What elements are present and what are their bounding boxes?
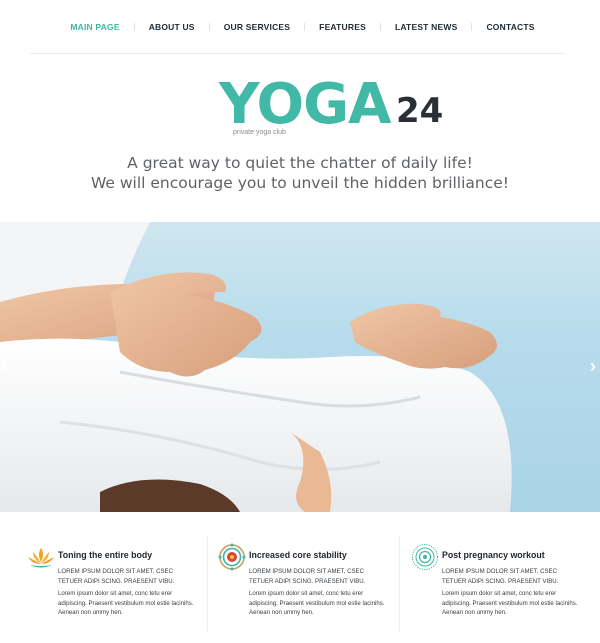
- nav-main-page[interactable]: MAIN PAGE: [70, 22, 119, 32]
- nav-divider: [133, 23, 135, 31]
- nav-contacts[interactable]: CONTACTS: [486, 22, 534, 32]
- logo-word: YOGA: [219, 72, 391, 137]
- feature-title: Toning the entire body: [58, 550, 153, 560]
- slider-next-arrow[interactable]: ›: [590, 357, 596, 375]
- feature-description: Lorem ipsum dolor sit amet, conc tetu er…: [249, 590, 385, 616]
- slider-prev-arrow[interactable]: ‹: [2, 357, 8, 375]
- nav-our-services[interactable]: OUR SERVICES: [224, 22, 290, 32]
- nav-divider: [304, 23, 306, 31]
- tagline-line-1: A great way to quiet the chatter of dail…: [127, 154, 473, 172]
- hero-tagline: A great way to quiet the chatter of dail…: [0, 153, 600, 193]
- feature-divider: [399, 536, 400, 631]
- nav-divider: [379, 23, 381, 31]
- feature-title: Post pregnancy workout: [442, 550, 545, 560]
- feature-description: Lorem ipsum dolor sit amet, conc tetu er…: [58, 590, 194, 616]
- feature-title: Increased core stability: [249, 550, 347, 560]
- site-logo[interactable]: YOGA 24 private yoga club: [0, 72, 600, 137]
- features-section: Toning the entire body LOREM IPSUM DOLOR…: [0, 512, 600, 643]
- nav-divider: [208, 23, 210, 31]
- main-navigation: MAIN PAGE ABOUT US OUR SERVICES FEATURES…: [0, 0, 600, 54]
- hero-slider-image: [0, 222, 600, 512]
- logo-tagline: private yoga club: [233, 129, 286, 136]
- mandala-icon: [218, 543, 246, 571]
- nav-about-us[interactable]: ABOUT US: [149, 22, 195, 32]
- feature-description: Lorem ipsum dolor sit amet, conc tetu er…: [442, 590, 578, 616]
- meditation-photo: [0, 222, 512, 512]
- sun-circle-icon: [412, 544, 438, 570]
- nav-divider: [471, 23, 473, 31]
- header-divider: [30, 53, 565, 54]
- feature-item: Toning the entire body LOREM IPSUM DOLOR…: [26, 512, 206, 643]
- nav-latest-news[interactable]: LATEST NEWS: [395, 22, 458, 32]
- feature-subtitle: LOREM IPSUM DOLOR SIT AMET, CSEC TETUER …: [58, 568, 175, 585]
- lotus-icon: [28, 548, 54, 568]
- logo-number: 24: [396, 91, 444, 131]
- feature-subtitle: LOREM IPSUM DOLOR SIT AMET, CSEC TETUER …: [442, 568, 559, 585]
- feature-divider: [207, 536, 208, 631]
- feature-item: Increased core stability LOREM IPSUM DOL…: [217, 512, 397, 643]
- tagline-line-2: We will encourage you to unveil the hidd…: [90, 174, 510, 192]
- feature-item: Post pregnancy workout LOREM IPSUM DOLOR…: [410, 512, 590, 643]
- nav-features[interactable]: FEATURES: [319, 22, 366, 32]
- feature-subtitle: LOREM IPSUM DOLOR SIT AMET, CSEC TETUER …: [249, 568, 366, 585]
